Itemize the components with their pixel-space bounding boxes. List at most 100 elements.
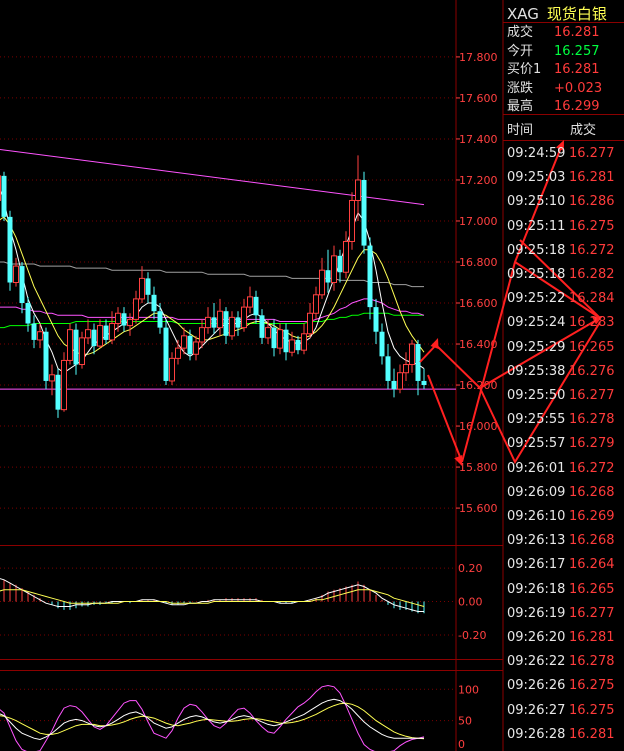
- y-tick-label: 17.000: [459, 215, 498, 228]
- quote-panel: XAG 现货白银 成交 16.281 今开 16.257 买价1 16.281 涨跌 +0.02…: [503, 0, 624, 751]
- candle-body: [109, 323, 115, 341]
- quote-value: 16.281: [554, 62, 600, 77]
- tick-price: 16.281: [569, 170, 615, 186]
- candle-body: [397, 372, 403, 390]
- tick-time: 09:25:55: [507, 412, 566, 428]
- quote-row: 今开 16.257: [507, 43, 600, 61]
- candle-body: [91, 329, 97, 347]
- quote-label: 成交: [507, 25, 534, 40]
- candle-body: [1, 175, 7, 217]
- y-tick-label: 0.20: [458, 562, 483, 575]
- candle-body: [385, 356, 391, 381]
- tick-row: 09:25:57 16.279: [507, 434, 615, 454]
- candle-body: [301, 333, 307, 351]
- tick-row: 09:26:19 16.277: [507, 604, 615, 624]
- candle-body: [133, 298, 139, 320]
- candle-body: [409, 343, 415, 366]
- candle-body: [25, 303, 31, 324]
- y-tick-label: 100: [458, 683, 479, 696]
- candle-body: [43, 331, 49, 381]
- quote-value: +0.023: [554, 80, 603, 96]
- candle-body: [361, 179, 367, 246]
- ma10-line: [0, 216, 425, 355]
- y-tick-label: 17.800: [459, 51, 498, 64]
- quote-value: 16.281: [554, 25, 600, 40]
- tick-row: 09:24:59 16.277: [507, 144, 615, 164]
- y-tick-label: 0.00: [458, 596, 483, 609]
- quote-row: 成交 16.281: [507, 24, 600, 42]
- candle-body: [73, 329, 79, 365]
- tick-row: 09:25:10 16.286: [507, 192, 615, 212]
- tick-time: 09:26:18: [507, 581, 566, 597]
- candle-body: [19, 266, 25, 304]
- candle-body: [157, 311, 163, 328]
- tick-row: 09:25:03 16.281: [507, 168, 615, 188]
- y-tick-label: 17.600: [459, 92, 498, 105]
- ticks-header-price: 成交: [570, 123, 597, 138]
- tick-row: 09:25:11 16.275: [507, 217, 615, 237]
- tick-time: 09:26:13: [507, 533, 566, 549]
- candle-body: [379, 331, 385, 357]
- quote-value: 16.257: [554, 43, 600, 59]
- candle-body: [13, 265, 19, 283]
- arrowhead: [430, 338, 439, 349]
- tick-price: 16.277: [569, 388, 615, 403]
- tick-price: 16.265: [569, 581, 615, 597]
- candle-body: [193, 341, 199, 355]
- tick-row: 09:25:24 16.283: [507, 313, 615, 333]
- ticks-header-time: 时间: [507, 123, 534, 138]
- candle-body: [325, 270, 331, 283]
- y-tick-label: 16.000: [459, 420, 498, 433]
- tick-row: 09:25:50 16.277: [507, 386, 615, 406]
- tick-time: 09:26:27: [507, 702, 566, 718]
- candle-body: [277, 329, 283, 349]
- candle-body: [151, 294, 157, 312]
- tick-time: 09:25:24: [507, 315, 566, 331]
- tick-price: 16.278: [569, 654, 615, 670]
- candle-body: [97, 325, 103, 347]
- tick-row: 09:25:55 16.278: [507, 410, 615, 430]
- candle-body: [0, 175, 1, 201]
- candle-body: [355, 179, 361, 201]
- candle-body: [49, 374, 55, 382]
- tick-price: 16.282: [569, 267, 615, 282]
- tick-time: 09:25:10: [507, 194, 566, 210]
- y-tick-label: 0: [458, 738, 465, 751]
- candle-body: [415, 344, 421, 381]
- tick-row: 09:25:18 16.272: [507, 241, 615, 261]
- tick-row: 09:26:09 16.268: [507, 483, 615, 503]
- quote-row: 最高 16.299: [507, 98, 600, 116]
- arrow-down: [427, 374, 463, 463]
- tick-time: 09:26:20: [507, 630, 566, 645]
- y-tick-label: 16.800: [459, 256, 498, 269]
- quote-label: 今开: [507, 43, 534, 59]
- dif-line: [0, 578, 424, 612]
- tick-price: 16.279: [569, 436, 615, 452]
- tick-row: 09:26:27 16.275: [507, 701, 615, 721]
- candle-body: [265, 327, 271, 339]
- tick-price: 16.272: [569, 242, 615, 258]
- candle-body: [283, 329, 289, 353]
- tick-time: 09:25:29: [507, 339, 566, 355]
- tick-time: 09:26:17: [507, 557, 566, 573]
- candle-body: [175, 347, 181, 359]
- candle-body: [349, 199, 355, 242]
- tick-time: 09:26:26: [507, 678, 566, 694]
- tick-price: 16.268: [569, 533, 615, 549]
- candle-body: [229, 316, 235, 337]
- tick-row: 09:25:29 16.265: [507, 338, 615, 358]
- quote-row: 买价1 16.281: [507, 61, 600, 79]
- y-tick-label: 16.600: [459, 297, 498, 310]
- quote-label: 涨跌: [507, 80, 534, 96]
- candle-body: [187, 335, 193, 355]
- candle-body: [223, 311, 229, 336]
- tick-price: 16.277: [569, 146, 615, 161]
- tick-price: 16.269: [569, 509, 615, 524]
- candle-body: [247, 296, 253, 308]
- candle-body: [391, 380, 397, 390]
- candle-body: [241, 306, 247, 329]
- instrument-title: XAG 现货白银: [507, 3, 607, 24]
- candle-body: [145, 278, 151, 295]
- candle-body: [31, 323, 37, 340]
- candle-body: [343, 240, 349, 273]
